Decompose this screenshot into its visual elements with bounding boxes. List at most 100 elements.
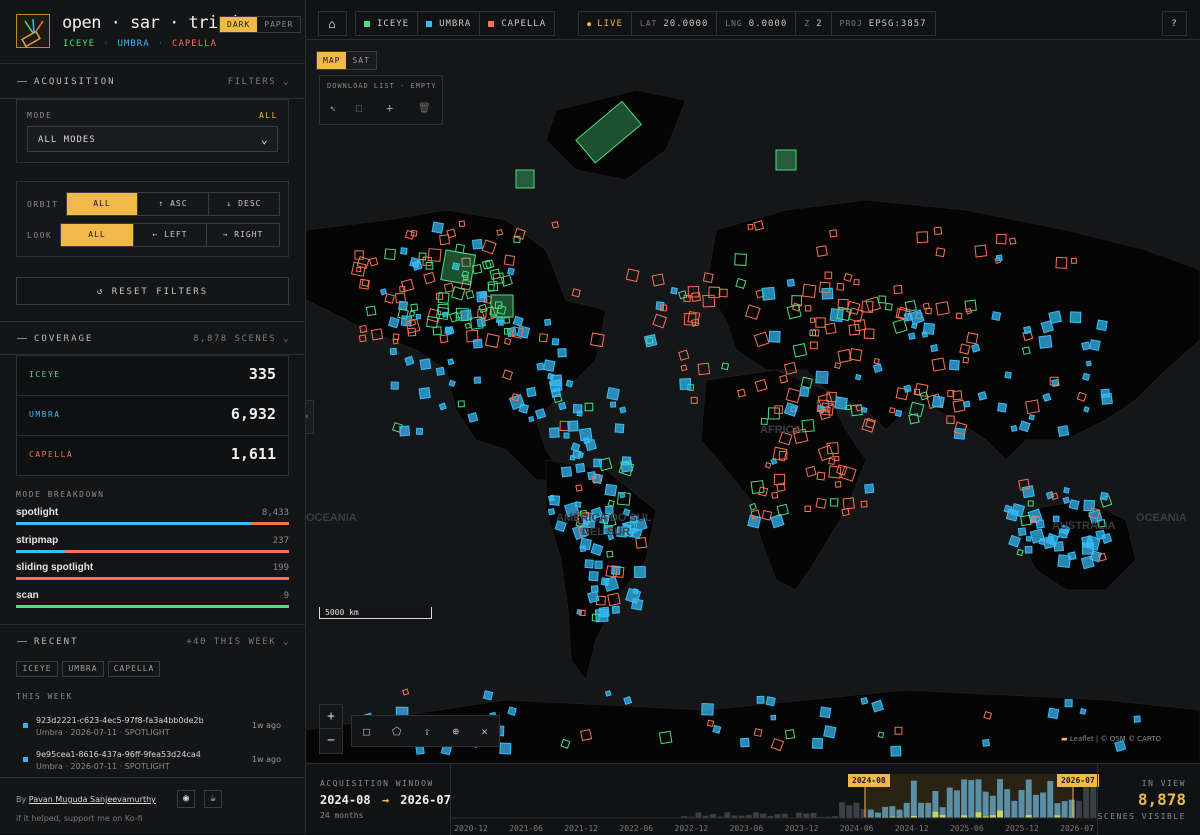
coverage-header[interactable]: COVERAGE 8,878 SCENES ⌄ [0,321,306,355]
mode-bar [16,577,289,580]
timeline-histogram[interactable]: 2020-122021-062021-122022-062022-122023-… [451,764,1097,835]
histogram-bar [1083,782,1089,818]
timeline-bar: ACQUISITION WINDOW 2024-08 → 2026-07 24 … [306,763,1200,834]
scene-footprint [1081,556,1094,569]
add-icon[interactable]: + [386,101,394,115]
map-label-oceania-east: OCEANIA [1136,512,1187,524]
scene-footprint [1043,394,1051,402]
scene-footprint [416,314,420,318]
scene-meta: Umbra · 2026-07-11 · SPOTLIGHT [36,762,170,771]
recent-filter-capella[interactable]: CAPELLA [108,661,160,677]
filters-toggle[interactable]: FILTERS ⌄ [228,77,290,87]
zoom-out-button[interactable]: − [320,729,342,753]
draw-polygon-icon[interactable]: ⬠ [392,725,402,738]
legend-capella[interactable]: CAPELLA [480,12,554,35]
scene-footprint [1029,415,1034,420]
scene-footprint [552,339,558,345]
home-button[interactable]: ⌂ [318,11,347,36]
timeline-tick-label: 2023-12 [785,824,819,833]
scene-footprint [432,222,443,233]
help-button[interactable]: ? [1162,11,1187,36]
histogram-bar [696,812,702,818]
scene-ago: 1w ago [252,755,281,764]
legend-iceye[interactable]: ICEYE [356,12,418,35]
acquisition-header[interactable]: ACQUISITION FILTERS ⌄ [0,65,306,99]
scene-footprint [589,571,598,580]
author-link[interactable]: Pavan Muguda Sanjeevamurthy [29,795,156,804]
scene-footprint [812,738,822,748]
recent-scene-item[interactable]: 9e95cea1-8616-437a-96ff-9fea53d24ca4 Umb… [16,750,289,780]
scene-footprint [566,380,573,387]
look-right-button[interactable]: → RIGHT [207,224,279,246]
recent-toggle[interactable]: +40 THIS WEEK ⌄ [186,637,290,647]
theme-dark-button[interactable]: DARK [220,17,257,32]
histogram-bar [990,796,996,818]
footer-support: if it helped, support me on Ko-fi [16,814,143,823]
histogram-bar [1076,801,1082,818]
trash-icon[interactable]: 🗑 [418,103,432,114]
mode-select[interactable]: ALL MODES ⌄ [27,126,278,152]
map-topbar: ⌂ ICEYE UMBRA CAPELLA ●LIVE LAT20.0000 L… [306,0,1200,40]
histogram-bar [1047,781,1053,818]
in-view-label: IN VIEW [1142,779,1186,788]
zoom-in-button[interactable]: + [320,705,342,729]
globe-icon[interactable]: ⊕ [452,725,459,738]
map-label-australia: AUSTRALIA [1052,520,1116,532]
timeline-handle-end[interactable]: 2026-07 [1057,774,1099,787]
orbit-asc-button[interactable]: ↑ ASC [138,193,209,215]
kofi-cup-icon[interactable]: ☕ [204,790,222,808]
look-all-button[interactable]: ALL [61,224,134,246]
layer-map-button[interactable]: MAP [317,52,346,69]
scene-footprint [544,360,555,371]
histogram-bar-iceye [997,811,1003,818]
orbit-all-button[interactable]: ALL [67,193,138,215]
orbit-desc-button[interactable]: ↓ DESC [209,193,279,215]
scene-footprint [681,365,687,371]
coverage-toggle[interactable]: 8,878 SCENES ⌄ [193,334,290,344]
scene-footprint [389,317,399,327]
scene-footprint [529,417,534,422]
recent-scene-item[interactable]: 923d2221-c623-4ec5-97f8-fa3a4bb0de2b Umb… [16,716,289,746]
provider-subtitle: ICEYE·UMBRA·CAPELLA [63,39,225,49]
theme-paper-button[interactable]: PAPER [257,17,300,32]
map-canvas[interactable]: OCEANIA OCEANIA AUSTRALIA AMÉRICA DO SUL… [306,40,1200,763]
scene-footprint [1084,407,1089,412]
draw-rectangle-icon[interactable]: □ [363,725,370,738]
histogram-bar [1011,801,1017,818]
download-list-panel: DOWNLOAD LIST · EMPTY ↖ ⬚ + 🗑 [319,75,443,125]
histogram-bar [839,802,845,818]
scene-footprint [561,467,571,477]
collapse-sidebar-button[interactable]: ‹ [306,400,314,434]
scene-footprint [551,388,560,397]
box-select-icon[interactable]: ⬚ [356,103,363,114]
upload-icon[interactable]: ⇪ [424,725,431,738]
pointer-select-icon[interactable]: ↖ [330,103,337,114]
github-icon[interactable]: ◉ [177,790,195,808]
recent-header[interactable]: RECENT +40 THIS WEEK ⌄ [0,624,306,658]
look-left-button[interactable]: ← LEFT [134,224,207,246]
zoom-control: + − [319,704,343,754]
acquisition-title: ACQUISITION [34,77,116,87]
scene-footprint [998,403,1007,412]
scene-footprint [400,426,410,436]
scene-footprint [1084,500,1095,511]
umbra-marker-icon [23,723,28,728]
layer-sat-button[interactable]: SAT [346,52,375,69]
reset-filters-button[interactable]: ↺ RESET FILTERS [16,277,289,305]
mode-breakdown-label: MODE BREAKDOWN [16,490,104,499]
timeline-range: 2024-08 → 2026-07 [320,793,451,807]
legend-umbra[interactable]: UMBRA [418,12,480,35]
scene-footprint [1026,537,1030,541]
this-week-label: THIS WEEK [16,692,73,701]
timeline-handle-start[interactable]: 2024-08 [848,774,890,787]
recent-filter-umbra[interactable]: UMBRA [62,661,104,677]
orbit-label: ORBIT [27,200,59,209]
umbra-marker-icon [23,757,28,762]
coverage-value: 335 [249,365,276,383]
close-icon[interactable]: ✕ [481,725,488,738]
scene-footprint [757,696,764,703]
histogram-bar [911,781,917,818]
histogram-bar [897,810,903,818]
scene-footprint [580,546,586,552]
recent-filter-iceye[interactable]: ICEYE [16,661,58,677]
